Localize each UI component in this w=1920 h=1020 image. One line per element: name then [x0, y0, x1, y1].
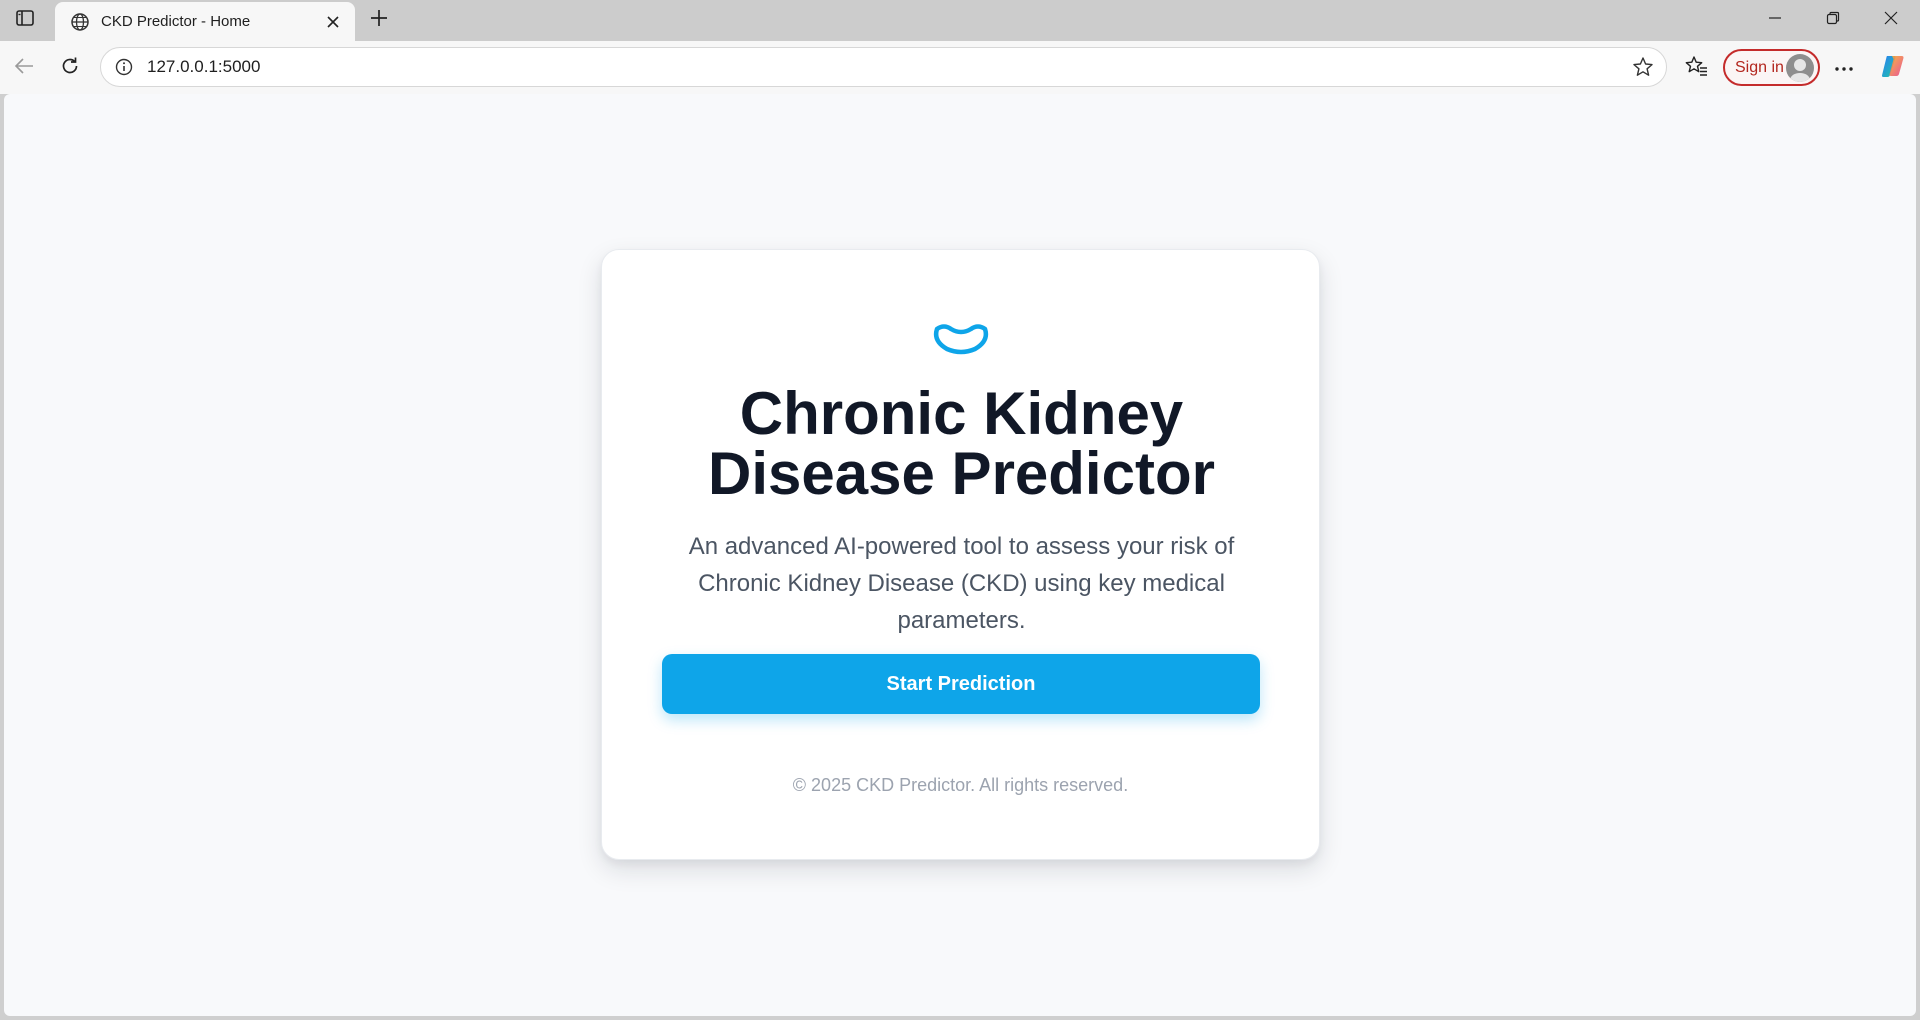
- page-viewport: Chronic Kidney Disease Predictor An adva…: [4, 94, 1916, 1016]
- tab-active[interactable]: CKD Predictor - Home: [55, 2, 355, 41]
- minimize-button[interactable]: [1746, 0, 1804, 41]
- window-controls: [1746, 0, 1920, 41]
- tab-title: CKD Predictor - Home: [101, 13, 251, 30]
- page-title: Chronic Kidney Disease Predictor: [708, 380, 1215, 507]
- sign-in-label: Sign in: [1735, 58, 1784, 76]
- url-text[interactable]: 127.0.0.1:5000: [147, 57, 1626, 77]
- kidney-icon: [931, 321, 991, 362]
- copyright-footer: © 2025 CKD Predictor. All rights reserve…: [792, 775, 1129, 795]
- more-button[interactable]: [1827, 51, 1861, 85]
- back-arrow-icon: [14, 57, 34, 80]
- restore-icon: [1826, 11, 1840, 30]
- new-tab-button[interactable]: [364, 6, 394, 34]
- welcome-card: Chronic Kidney Disease Predictor An adva…: [601, 249, 1320, 860]
- star-icon[interactable]: [1626, 50, 1660, 84]
- sign-in-button[interactable]: Sign in: [1723, 49, 1820, 86]
- plus-icon: [370, 9, 388, 32]
- page-description: An advanced AI-powered tool to assess yo…: [688, 533, 1235, 634]
- info-icon[interactable]: [113, 56, 135, 78]
- close-icon[interactable]: [321, 10, 345, 34]
- sidebar-toggle-button[interactable]: [8, 6, 42, 34]
- address-bar[interactable]: 127.0.0.1:5000: [100, 47, 1667, 87]
- close-window-button[interactable]: [1862, 0, 1920, 41]
- favorites-icon: [1685, 55, 1709, 82]
- close-window-icon: [1884, 11, 1898, 30]
- browser-toolbar: 127.0.0.1:5000 Sign in: [0, 41, 1920, 94]
- logo: [602, 321, 1319, 362]
- avatar: [1786, 53, 1814, 82]
- restore-button[interactable]: [1804, 0, 1862, 41]
- start-prediction-button[interactable]: Start Prediction: [662, 654, 1260, 714]
- reload-icon: [60, 56, 80, 81]
- sidebar-toggle-icon: [16, 9, 34, 31]
- more-icon: [1834, 59, 1854, 77]
- minimize-icon: [1768, 11, 1782, 30]
- tab-strip: CKD Predictor - Home: [0, 0, 1920, 41]
- reload-button[interactable]: [53, 51, 87, 85]
- copilot-button[interactable]: [1876, 51, 1910, 85]
- globe-icon: [69, 11, 91, 33]
- back-button[interactable]: [7, 51, 41, 85]
- favorites-button[interactable]: [1680, 51, 1714, 85]
- copilot-icon: [1879, 52, 1907, 85]
